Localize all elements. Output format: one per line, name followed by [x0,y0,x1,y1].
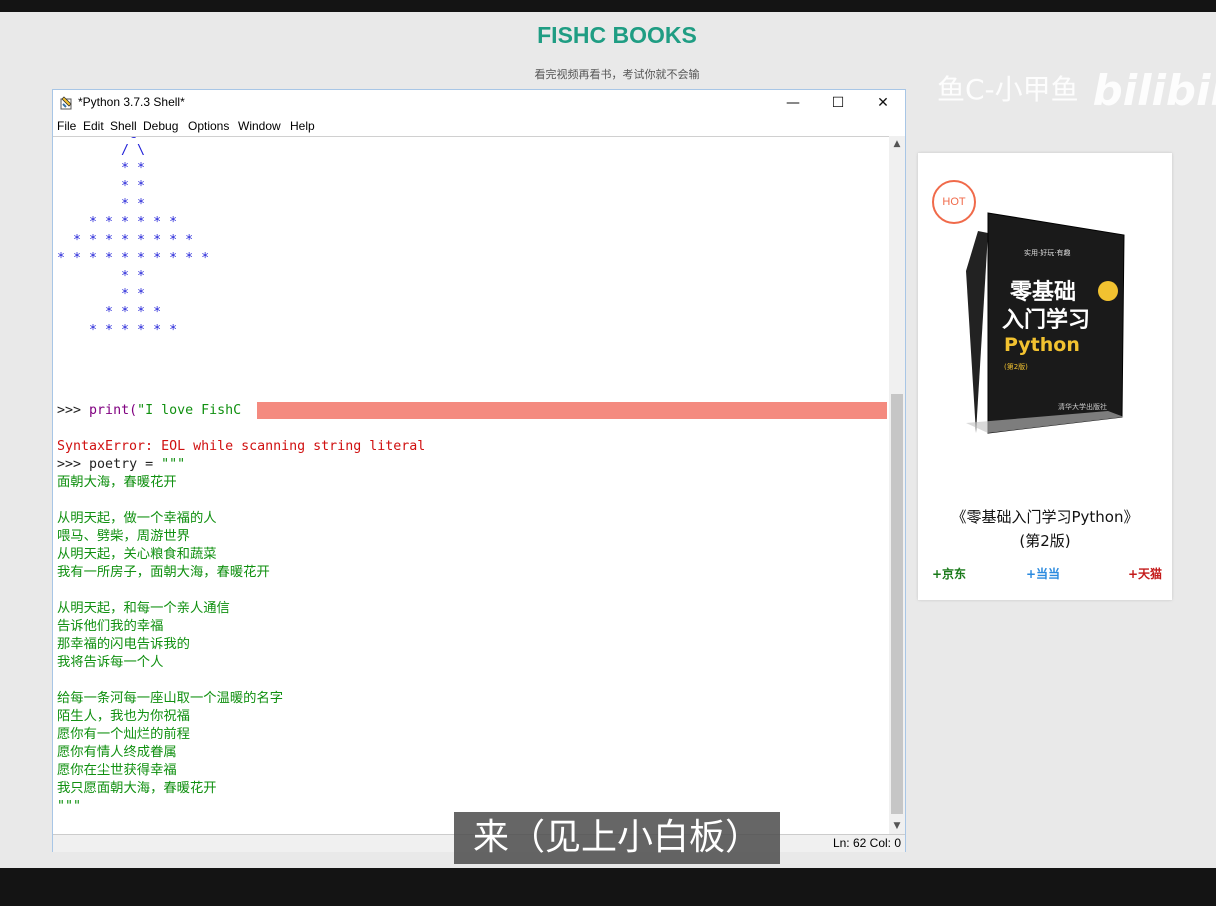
tree-art-line: / \ [57,143,146,158]
print-string: "I love FishC [137,403,242,418]
poem-line: 告诉他们我的幸福 [57,619,164,634]
poem-line: 给每一条河每一座山取一个温暖的名字 [57,691,284,706]
scroll-thumb[interactable] [891,394,903,814]
top-black-bar [0,0,1216,12]
poem-line: 从明天起，和每一个亲人通信 [57,601,230,616]
book-title[interactable]: 《零基础入门学习Python》 [918,506,1172,527]
bottom-black-bar [0,868,1216,906]
vertical-scrollbar[interactable]: ▲ ▼ [889,136,905,834]
site-title: FISHC BOOKS [537,22,697,48]
poem-line: """ [57,799,82,814]
menu-bar: File Edit Shell Debug Options Window Hel… [53,116,905,136]
cover-line2: 入门学习 [1002,307,1090,333]
cursor-position: Ln: 62 Col: 0 [832,836,901,850]
book-card[interactable]: HOT 实用·好玩·有趣 零基础 入门学习 Python (第2版) 清华大学出… [918,153,1172,600]
poem-line: 喂马、劈柴，周游世界 [57,529,190,544]
book-cover-image[interactable]: 实用·好玩·有趣 零基础 入门学习 Python (第2版) 清华大学出版社 [958,211,1128,437]
cover-line1: 零基础 [1009,280,1076,305]
print-command-line: >>> print("I love FishC [57,402,241,420]
cover-small-top: 实用·好玩·有趣 [1024,248,1070,257]
tree-art-line: * * [57,197,146,212]
poem-line: 我只愿面朝大海，春暖花开 [57,781,217,796]
shell-text-area[interactable]: @ / \ * * * * * * * * * * * * * * * * * … [53,136,889,835]
close-button[interactable]: ✕ [861,90,905,116]
poem-line: 从明天起，做一个幸福的人 [57,511,217,526]
python-icon [60,96,72,110]
poem-line: 我将告诉每一个人 [57,655,164,670]
tree-art-line: * * [57,269,146,284]
scroll-down-arrow-icon[interactable]: ▼ [889,818,905,834]
minimize-button[interactable]: — [771,90,815,116]
poetry-command-line: >>> poetry = """ [57,456,185,474]
tree-art-line: * * * * * * * * * * [57,251,210,266]
menu-window[interactable]: Window [238,119,281,133]
cover-line3: Python [1004,334,1080,356]
cover-publisher: 清华大学出版社 [1058,402,1107,411]
video-caption: 来（见上小白板） [454,812,780,864]
print-call: print( [89,403,138,418]
prompt: >>> [57,403,82,418]
poem-line: 愿你有情人终成眷属 [57,745,177,760]
window-titlebar[interactable]: *Python 3.7.3 Shell* — ☐ ✕ [53,90,905,116]
bilibili-logo: bilibili [1092,66,1216,115]
poem-line: 那幸福的闪电告诉我的 [57,637,190,652]
poem-line: 愿你在尘世获得幸福 [57,763,177,778]
tree-art-line: * * [57,179,146,194]
store-link-tmall[interactable]: +天猫 [1128,565,1162,582]
menu-file[interactable]: File [57,119,76,133]
menu-edit[interactable]: Edit [83,119,104,133]
maximize-button[interactable]: ☐ [816,90,860,116]
cover-fish-icon [1098,281,1118,301]
tree-art-line: * * * * [57,305,162,320]
triple-quote: """ [161,457,186,472]
poem-line: 愿你有一个灿烂的前程 [57,727,190,742]
tree-art-line: * * * * * * * * [57,233,194,248]
tree-art-line: * * [57,287,146,302]
menu-help[interactable]: Help [290,119,315,133]
poetry-assign: poetry = [89,457,162,472]
idle-shell-window: *Python 3.7.3 Shell* — ☐ ✕ File Edit She… [52,89,906,852]
store-link-dangdang[interactable]: +当当 [1026,565,1060,582]
window-title: *Python 3.7.3 Shell* [78,95,185,109]
poem-line: 从明天起，关心粮食和蔬菜 [57,547,217,562]
error-highlight [257,402,887,419]
menu-shell[interactable]: Shell [110,119,137,133]
cover-edition: (第2版) [1004,362,1028,371]
book-edition: (第2版) [1019,532,1071,550]
syntax-error-message: SyntaxError: EOL while scanning string l… [57,439,426,454]
watermark-text: 鱼C-小甲鱼 [937,73,1079,106]
tree-art-line: * * [57,161,146,176]
scroll-up-arrow-icon[interactable]: ▲ [889,136,905,152]
store-link-jd[interactable]: +京东 [932,565,966,582]
book-spine [966,231,988,433]
poem-line: 我有一所房子，面朝大海，春暖花开 [57,565,270,580]
menu-debug[interactable]: Debug [143,119,178,133]
bilibili-watermark: 鱼C-小甲鱼 bilibili [937,60,1216,115]
poem-line: 陌生人，我也为你祝福 [57,709,190,724]
prompt: >>> [57,457,82,472]
menu-options[interactable]: Options [188,119,229,133]
poem-line: 面朝大海，春暖花开 [57,475,177,490]
tree-art-line: * * * * * * [57,323,178,338]
tree-art-line: * * * * * * [57,215,178,230]
